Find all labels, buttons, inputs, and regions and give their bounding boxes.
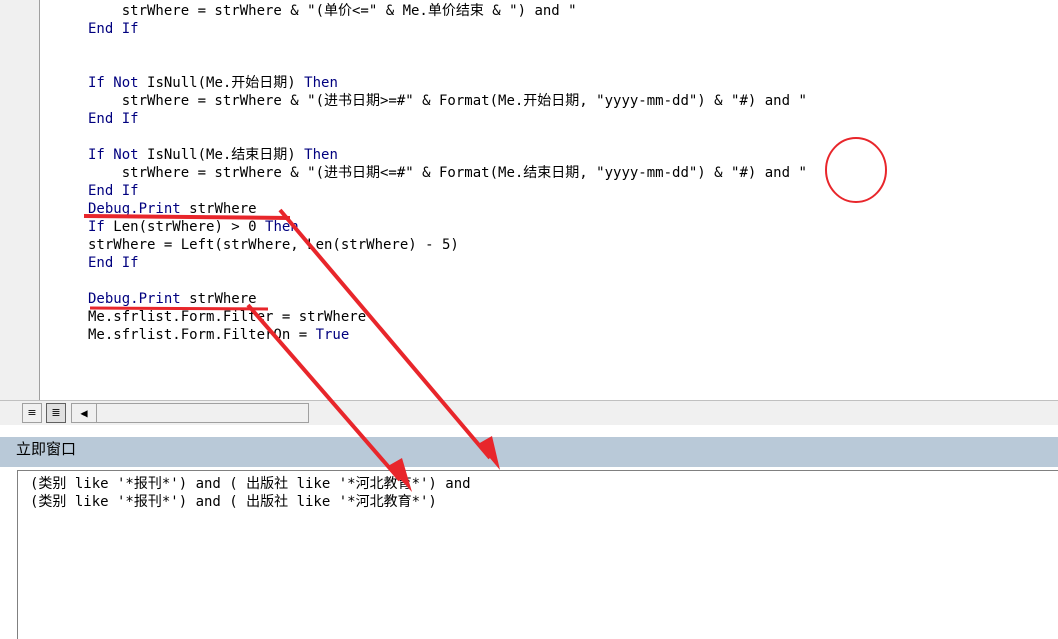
code-line[interactable]: End If bbox=[88, 254, 139, 272]
immediate-window-left-edge bbox=[0, 467, 17, 638]
code-keyword: End If bbox=[88, 21, 139, 37]
procedure-view-button[interactable]: ≡ bbox=[22, 403, 42, 423]
horizontal-scrollbar[interactable]: ◀ bbox=[71, 403, 309, 423]
code-keyword: Then bbox=[265, 219, 299, 235]
code-window[interactable]: strWhere = strWhere & "(单价<=" & Me.单价结束 … bbox=[0, 0, 1058, 400]
code-line[interactable]: Debug.Print strWhere bbox=[88, 290, 257, 308]
immediate-window-title-bar[interactable]: 立即窗口 bbox=[0, 437, 1058, 467]
code-line[interactable]: strWhere = strWhere & "(进书日期<=#" & Forma… bbox=[88, 164, 807, 182]
code-keyword: True bbox=[315, 327, 350, 343]
code-text: IsNull(Me.开始日期) bbox=[147, 75, 305, 91]
code-line[interactable]: strWhere = strWhere & "(进书日期>=#" & Forma… bbox=[88, 92, 807, 110]
pane-gap bbox=[0, 425, 1058, 437]
code-text: Me.sfrlist.Form.Filter = strWhere bbox=[88, 309, 367, 325]
code-keyword: Debug.Print bbox=[88, 201, 190, 217]
immediate-output-line[interactable]: (类别 like '*报刊*') and ( 出版社 like '*河北教育*'… bbox=[30, 475, 471, 493]
code-line[interactable]: If Len(strWhere) > 0 Then bbox=[88, 218, 299, 236]
code-window-bottom-bar: ≡ ≣ ◀ bbox=[0, 400, 1058, 426]
code-text: IsNull(Me.结束日期) bbox=[147, 147, 305, 163]
code-keyword: End If bbox=[88, 183, 139, 199]
code-text: strWhere = strWhere & "(单价<=" & Me.单价结束 … bbox=[121, 3, 577, 19]
scroll-left-icon: ◀ bbox=[80, 406, 88, 420]
margin-indicator-bar[interactable] bbox=[0, 0, 40, 400]
code-text: Len(strWhere) > 0 bbox=[113, 219, 266, 235]
code-line[interactable]: End If bbox=[88, 20, 139, 38]
code-text: strWhere = strWhere & "(进书日期<=#" & Forma… bbox=[121, 165, 807, 181]
code-line[interactable]: If Not IsNull(Me.开始日期) Then bbox=[88, 74, 338, 92]
code-text: strWhere bbox=[189, 201, 257, 217]
code-keyword: If Not bbox=[88, 75, 148, 91]
code-keyword: Then bbox=[304, 75, 338, 91]
code-keyword: If bbox=[88, 219, 114, 235]
code-line[interactable]: End If bbox=[88, 110, 139, 128]
code-line[interactable]: If Not IsNull(Me.结束日期) Then bbox=[88, 146, 338, 164]
code-text: strWhere = Left(strWhere, Len(strWhere) … bbox=[88, 237, 459, 253]
code-text: Me.sfrlist.Form.FilterOn = bbox=[88, 327, 316, 343]
code-text: strWhere bbox=[189, 291, 257, 307]
scroll-left-button[interactable]: ◀ bbox=[72, 404, 97, 422]
immediate-window-title: 立即窗口 bbox=[16, 441, 77, 458]
code-keyword: Then bbox=[304, 147, 338, 163]
code-text: strWhere = strWhere & "(进书日期>=#" & Forma… bbox=[121, 93, 807, 109]
code-keyword: End If bbox=[88, 255, 139, 271]
code-keyword: Debug.Print bbox=[88, 291, 190, 307]
code-line[interactable]: End If bbox=[88, 182, 139, 200]
code-line[interactable]: Me.sfrlist.Form.Filter = strWhere bbox=[88, 308, 366, 326]
full-module-view-button[interactable]: ≣ bbox=[46, 403, 66, 423]
immediate-output-line[interactable]: (类别 like '*报刊*') and ( 出版社 like '*河北教育*'… bbox=[30, 493, 437, 511]
immediate-window[interactable]: (类别 like '*报刊*') and ( 出版社 like '*河北教育*'… bbox=[17, 470, 1058, 639]
code-line[interactable]: strWhere = strWhere & "(单价<=" & Me.单价结束 … bbox=[88, 2, 577, 20]
procedure-view-icon: ≡ bbox=[27, 406, 37, 419]
code-line[interactable]: Me.sfrlist.Form.FilterOn = True bbox=[88, 326, 349, 344]
code-line[interactable]: Debug.Print strWhere bbox=[88, 200, 257, 218]
code-keyword: End If bbox=[88, 111, 139, 127]
code-keyword: If Not bbox=[88, 147, 148, 163]
code-line[interactable]: strWhere = Left(strWhere, Len(strWhere) … bbox=[88, 236, 459, 254]
module-view-icon: ≣ bbox=[51, 406, 61, 419]
